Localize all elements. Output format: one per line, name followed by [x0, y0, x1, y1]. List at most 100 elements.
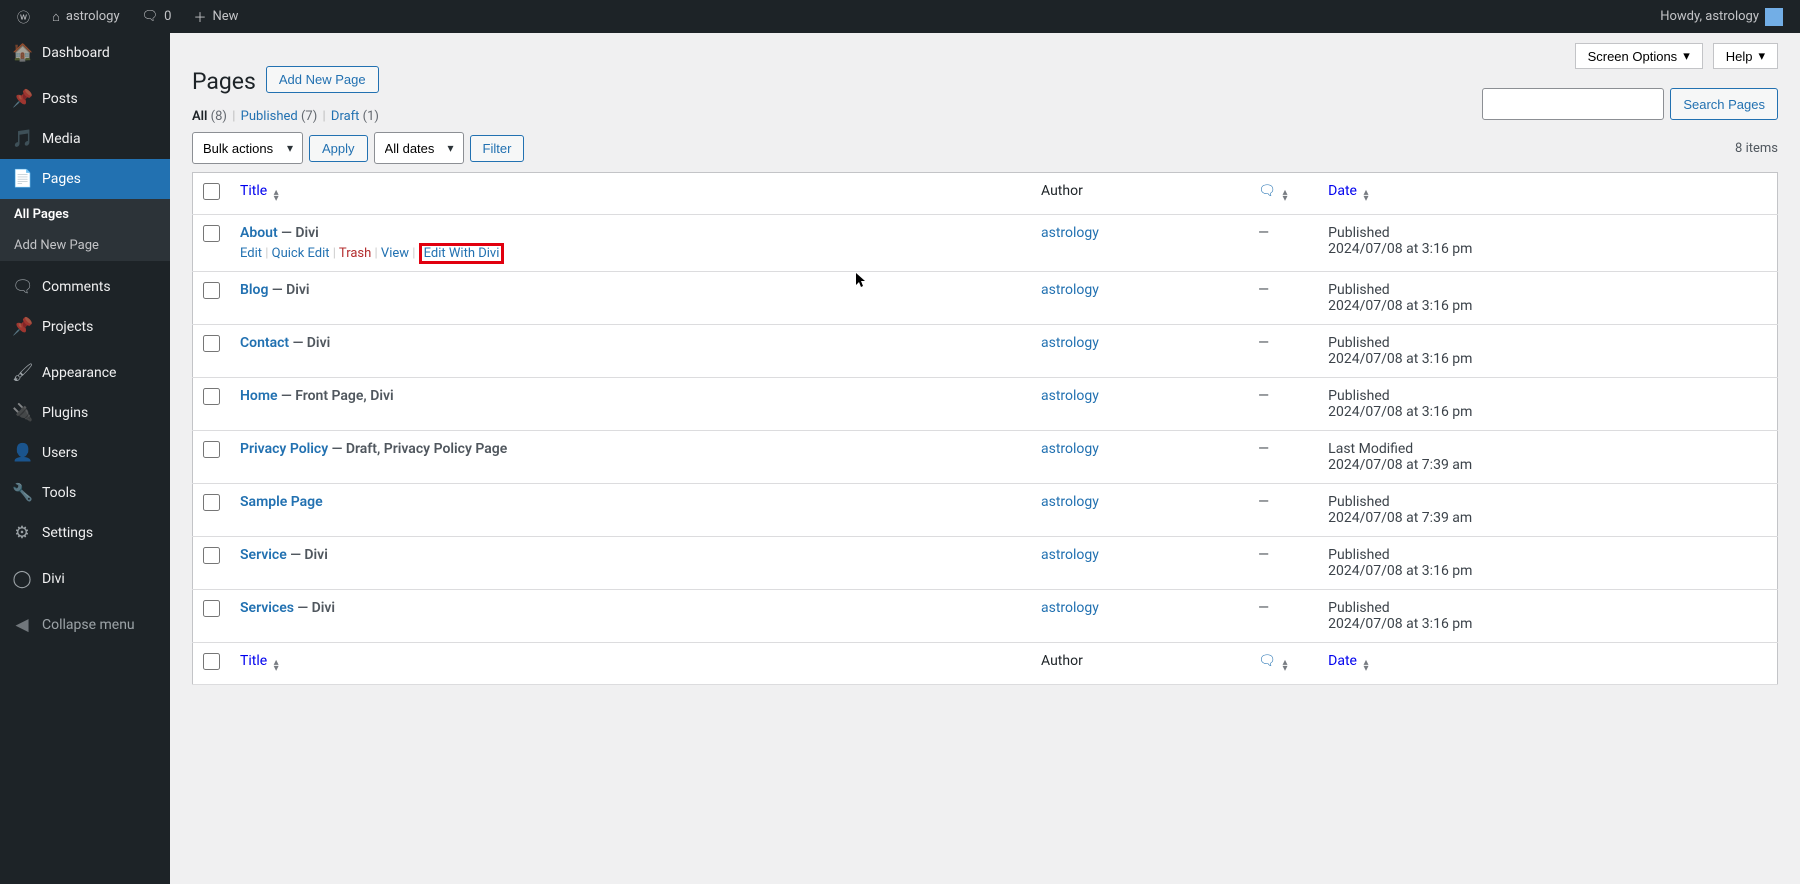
date-cell: Published2024/07/08 at 7:39 am	[1318, 484, 1777, 537]
col-date-bottom[interactable]: Date ▴▾	[1318, 643, 1777, 685]
comment-icon: 🗨	[142, 9, 159, 24]
author-link[interactable]: astrology	[1041, 494, 1099, 510]
sidebar-item-divi[interactable]: ◯Divi	[0, 559, 170, 599]
table-row: Privacy Policy — Draft, Privacy Policy P…	[193, 431, 1778, 484]
author-link[interactable]: astrology	[1041, 547, 1099, 563]
sidebar-item-label: Divi	[42, 571, 65, 587]
page-title-link[interactable]: Sample Page	[240, 494, 323, 510]
sidebar-item-collapse[interactable]: ◀Collapse menu	[0, 605, 170, 645]
comment-icon: 🗨	[1258, 653, 1276, 669]
search-pages-button[interactable]: Search Pages	[1670, 88, 1778, 120]
page-title-link[interactable]: About	[240, 225, 278, 241]
sidebar-item-comments[interactable]: 🗨Comments	[0, 267, 170, 307]
pages-table: Title ▴▾ Author 🗨 ▴▾ Date ▴▾ About — Div…	[192, 172, 1778, 685]
filter-button[interactable]: Filter	[470, 135, 525, 162]
sort-icon: ▴▾	[274, 660, 279, 672]
home-icon: ⌂	[52, 9, 60, 25]
page-title-link[interactable]: Privacy Policy	[240, 441, 328, 457]
sidebar-item-media[interactable]: 🎵Media	[0, 119, 170, 159]
date-cell: Published2024/07/08 at 3:16 pm	[1318, 378, 1777, 431]
sidebar-item-projects[interactable]: 📌Projects	[0, 307, 170, 347]
row-checkbox[interactable]	[203, 335, 220, 352]
author-link[interactable]: astrology	[1041, 282, 1099, 298]
page-title-link[interactable]: Contact	[240, 335, 289, 351]
author-link[interactable]: astrology	[1041, 441, 1099, 457]
avatar	[1765, 8, 1783, 26]
sort-icon: ▴▾	[1363, 660, 1368, 672]
row-checkbox[interactable]	[203, 225, 220, 242]
row-checkbox[interactable]	[203, 441, 220, 458]
sidebar-item-pages[interactable]: 📄Pages	[0, 159, 170, 199]
comments-cell: —	[1248, 325, 1318, 378]
howdy-text: Howdy, astrology	[1660, 9, 1759, 24]
row-checkbox[interactable]	[203, 600, 220, 617]
sidebar-item-appearance[interactable]: 🖌Appearance	[0, 353, 170, 393]
select-all-checkbox-bottom[interactable]	[203, 653, 220, 670]
col-title-bottom[interactable]: Title ▴▾	[230, 643, 1031, 685]
sidebar-item-dashboard[interactable]: 🏠Dashboard	[0, 33, 170, 73]
sidebar-item-settings[interactable]: ⚙Settings	[0, 513, 170, 553]
filter-published[interactable]: Published	[241, 109, 298, 124]
add-new-page-button[interactable]: Add New Page	[266, 66, 379, 93]
action-trash[interactable]: Trash	[339, 246, 371, 261]
page-title-link[interactable]: Home	[240, 388, 278, 404]
screen-options-button[interactable]: Screen Options▾	[1575, 43, 1703, 69]
author-link[interactable]: astrology	[1041, 388, 1099, 404]
search-input[interactable]	[1482, 88, 1664, 120]
action-view[interactable]: View	[381, 246, 409, 261]
action-edit-with-divi[interactable]: Edit With Divi	[424, 246, 500, 261]
settings-icon: ⚙	[12, 523, 32, 543]
date-cell: Published2024/07/08 at 3:16 pm	[1318, 537, 1777, 590]
admin-bar: ⓦ ⌂ astrology 🗨 0 ＋ New Howdy, astrology	[0, 0, 1800, 33]
site-name-link[interactable]: ⌂ astrology	[45, 0, 127, 33]
filter-draft[interactable]: Draft	[331, 109, 360, 124]
apply-button[interactable]: Apply	[309, 135, 368, 162]
my-account[interactable]: Howdy, astrology	[1653, 0, 1790, 33]
author-link[interactable]: astrology	[1041, 600, 1099, 616]
action-quick-edit[interactable]: Quick Edit	[272, 246, 330, 261]
page-meta: — Divi	[278, 225, 319, 241]
row-checkbox[interactable]	[203, 282, 220, 299]
page-meta: — Divi	[287, 547, 328, 563]
col-comments-bottom[interactable]: 🗨 ▴▾	[1248, 643, 1318, 685]
sidebar-item-plugins[interactable]: 🔌Plugins	[0, 393, 170, 433]
sidebar-item-label: Tools	[42, 485, 76, 501]
wp-logo[interactable]: ⓦ	[10, 0, 37, 33]
col-date[interactable]: Date ▴▾	[1318, 173, 1777, 215]
page-title: Pages	[192, 59, 256, 99]
sort-icon: ▴▾	[1282, 190, 1287, 202]
sidebar-item-posts[interactable]: 📌Posts	[0, 79, 170, 119]
main-content: Screen Options▾ Help▾ Pages Add New Page…	[170, 33, 1800, 884]
table-row: Contact — Diviastrology—Published2024/07…	[193, 325, 1778, 378]
page-title-link[interactable]: Blog	[240, 282, 268, 298]
row-checkbox[interactable]	[203, 547, 220, 564]
date-filter-select[interactable]: All dates	[374, 132, 464, 164]
new-content[interactable]: ＋ New	[186, 0, 245, 33]
sidebar-item-label: Posts	[42, 91, 78, 107]
page-title-link[interactable]: Services	[240, 600, 294, 616]
row-checkbox[interactable]	[203, 494, 220, 511]
help-button[interactable]: Help▾	[1713, 43, 1778, 69]
table-row: Sample Pageastrology—Published2024/07/08…	[193, 484, 1778, 537]
sidebar-item-tools[interactable]: 🔧Tools	[0, 473, 170, 513]
row-checkbox[interactable]	[203, 388, 220, 405]
sidebar-sub-all-pages[interactable]: All Pages	[0, 199, 170, 230]
comments-cell: —	[1248, 590, 1318, 643]
author-link[interactable]: astrology	[1041, 335, 1099, 351]
table-row: Home — Front Page, Diviastrology—Publish…	[193, 378, 1778, 431]
col-title[interactable]: Title ▴▾	[230, 173, 1031, 215]
action-edit[interactable]: Edit	[240, 246, 262, 261]
page-meta: — Front Page, Divi	[278, 388, 394, 404]
page-title-link[interactable]: Service	[240, 547, 287, 563]
filter-all[interactable]: All	[192, 109, 207, 124]
sidebar-sub-add-new[interactable]: Add New Page	[0, 230, 170, 261]
table-row: About — DiviEdit | Quick Edit | Trash | …	[193, 215, 1778, 272]
col-comments[interactable]: 🗨 ▴▾	[1248, 173, 1318, 215]
author-link[interactable]: astrology	[1041, 225, 1099, 241]
bulk-actions-select[interactable]: Bulk actions	[192, 132, 303, 164]
select-all-checkbox[interactable]	[203, 183, 220, 200]
date-cell: Last Modified2024/07/08 at 7:39 am	[1318, 431, 1777, 484]
comments-cell: —	[1248, 272, 1318, 325]
comments-link[interactable]: 🗨 0	[135, 0, 179, 33]
sidebar-item-users[interactable]: 👤Users	[0, 433, 170, 473]
